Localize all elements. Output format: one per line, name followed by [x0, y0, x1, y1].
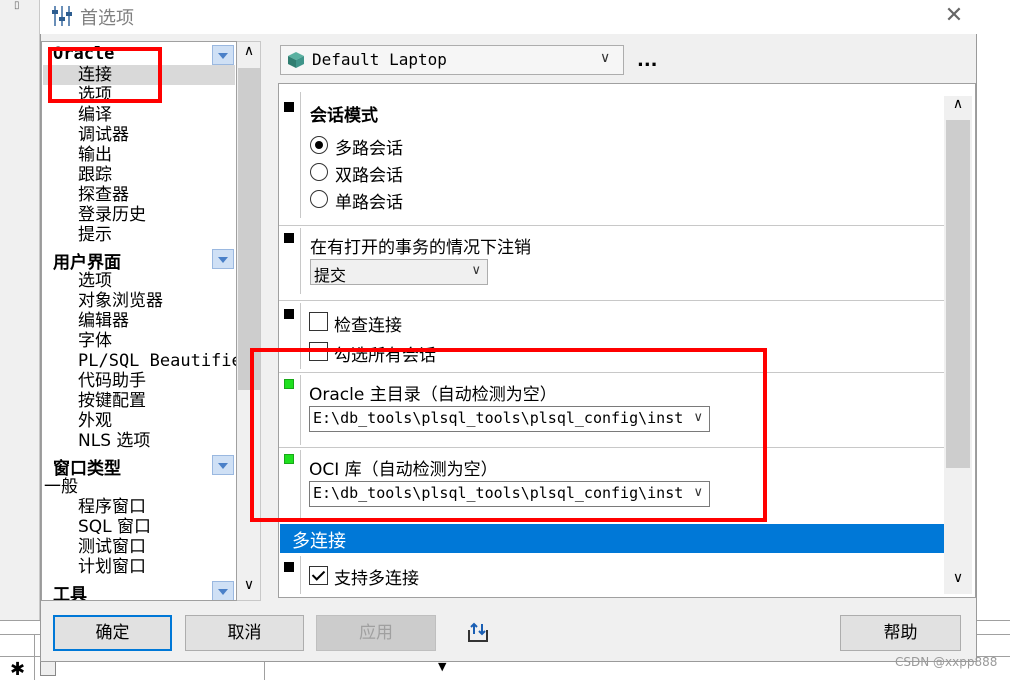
section-separator	[279, 225, 944, 226]
tree-item-program-window[interactable]: 程序窗口	[78, 497, 146, 517]
tree-item-profiler[interactable]: 探查器	[78, 185, 129, 205]
cancel-button[interactable]: 取消	[185, 615, 304, 651]
section-divider	[300, 228, 301, 294]
collapse-icon[interactable]	[212, 581, 234, 600]
chevron-down-icon: ∨	[471, 263, 481, 278]
preferences-icon	[52, 6, 72, 26]
tree-item-font[interactable]: 字体	[78, 331, 112, 351]
logoff-title: 在有打开的事务的情况下注销	[310, 238, 531, 258]
tree-group-user-interface[interactable]: 用户界面	[42, 248, 236, 273]
tree-item-debugger[interactable]: 调试器	[78, 125, 129, 145]
tree-group-window-types[interactable]: 窗口类型	[42, 454, 236, 479]
close-icon[interactable]: ✕	[940, 2, 968, 30]
app-icon: ▯	[14, 0, 20, 11]
tree-item-login-history[interactable]: 登录历史	[78, 205, 146, 225]
multi-connection-header: 多连接	[280, 524, 944, 553]
tree-item-code-assistant[interactable]: 代码助手	[78, 371, 146, 391]
logoff-value: 提交	[314, 266, 347, 285]
profile-box-icon	[288, 52, 304, 68]
scroll-down-icon[interactable]: ∨	[944, 570, 972, 594]
tree-group-label: 用户界面	[53, 253, 121, 273]
annotation-box	[48, 47, 162, 103]
tree-item-ui-options[interactable]: 选项	[78, 271, 112, 291]
radio-dual-session[interactable]	[310, 163, 328, 181]
preferences-tree: Oracle 连接 选项 编译 调试器 输出 跟踪 探查器 登录历史 提示 用户…	[41, 41, 237, 601]
tree-group-tools[interactable]: 工具	[42, 580, 236, 601]
import-export-icon[interactable]	[466, 620, 490, 644]
tree-item-hints[interactable]: 提示	[78, 225, 112, 245]
logoff-select[interactable]: 提交 ∨	[310, 259, 488, 285]
section-marker	[284, 102, 294, 112]
tree-item-editor[interactable]: 编辑器	[78, 311, 129, 331]
tree-group-label: 窗口类型	[53, 459, 121, 479]
tree-item-object-browser[interactable]: 对象浏览器	[78, 291, 163, 311]
radio-label: 单路会话	[335, 193, 403, 213]
scroll-down-icon[interactable]: ∨	[237, 577, 261, 599]
scroll-up-icon[interactable]: ∧	[944, 96, 972, 120]
tree-item-output[interactable]: 输出	[78, 145, 112, 165]
tree-item-appearance[interactable]: 外观	[78, 411, 112, 431]
section-divider	[300, 556, 301, 594]
settings-scroll-thumb[interactable]	[946, 120, 970, 468]
check-connection-checkbox[interactable]	[309, 312, 328, 331]
dialog-title-bar	[40, 0, 977, 34]
checkbox-label: 检查连接	[334, 316, 402, 336]
tree-item-sql-window[interactable]: SQL 窗口	[78, 517, 151, 537]
new-row-icon: ✱	[10, 659, 26, 680]
profile-value: Default Laptop	[312, 50, 447, 69]
grid-line	[34, 634, 35, 680]
section-marker	[284, 233, 294, 243]
profile-more-button[interactable]: ...	[637, 50, 658, 71]
radio-single-session[interactable]	[310, 190, 328, 208]
tree-item-nls-options[interactable]: NLS 选项	[78, 431, 150, 451]
section-divider	[300, 92, 301, 218]
collapse-icon[interactable]	[212, 455, 234, 475]
tree-item-trace[interactable]: 跟踪	[78, 165, 112, 185]
tree-item-key-config[interactable]: 按键配置	[78, 391, 146, 411]
row-checkbox[interactable]	[40, 660, 56, 676]
annotation-box	[250, 348, 767, 522]
collapse-icon[interactable]	[212, 45, 234, 65]
multi-connection-title: 多连接	[292, 531, 346, 552]
chevron-down-icon[interactable]: ∨	[600, 50, 610, 66]
apply-button[interactable]: 应用	[316, 615, 436, 651]
watermark: CSDN @xxpp888	[895, 655, 998, 669]
checkbox-label: 支持多连接	[334, 569, 419, 589]
dialog-title: 首选项	[80, 8, 134, 29]
scroll-up-icon[interactable]: ∧	[237, 43, 261, 65]
radio-label: 双路会话	[335, 166, 403, 186]
background-app-sidebar	[0, 0, 40, 620]
section-marker	[284, 309, 294, 319]
tree-item-plan-window[interactable]: 计划窗口	[78, 557, 146, 577]
tree-item-test-window[interactable]: 测试窗口	[78, 537, 146, 557]
help-button[interactable]: 帮助	[840, 615, 961, 651]
radio-multi-session[interactable]	[310, 136, 328, 154]
background-app-panel	[976, 0, 1010, 620]
tree-item-compile[interactable]: 编译	[78, 105, 112, 125]
session-mode-title: 会话模式	[310, 106, 378, 126]
tree-group-label: 工具	[53, 585, 87, 601]
section-marker	[284, 562, 294, 572]
tree-scroll-thumb[interactable]	[238, 68, 260, 390]
tree-item-general[interactable]: 一般	[44, 477, 78, 497]
ok-button[interactable]: 确定	[53, 615, 172, 651]
tree-item-beautifier[interactable]: PL/SQL Beautifier	[78, 351, 236, 371]
section-separator	[279, 300, 944, 301]
collapse-icon[interactable]	[212, 249, 234, 269]
radio-label: 多路会话	[335, 139, 403, 159]
multi-connection-checkbox[interactable]	[309, 566, 328, 585]
